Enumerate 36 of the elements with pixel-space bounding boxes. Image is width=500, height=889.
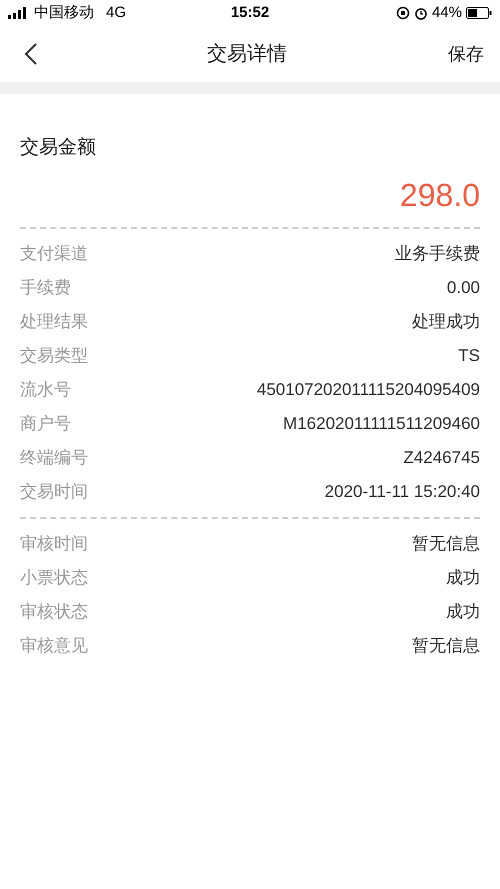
back-icon <box>24 42 38 66</box>
field-value: 2020-11-11 15:20:40 <box>324 480 480 503</box>
field-label: 支付渠道 <box>20 242 88 265</box>
lock-rotation-icon <box>396 6 410 20</box>
battery-icon <box>466 7 492 19</box>
field-label: 审核时间 <box>20 532 88 555</box>
field-label: 商户号 <box>20 412 71 435</box>
field-value: 暂无信息 <box>412 532 480 555</box>
field-value: 0.00 <box>446 276 480 299</box>
network-type: 4G <box>106 2 126 23</box>
field-label: 终端编号 <box>20 446 88 469</box>
battery-percent: 44% <box>432 2 462 23</box>
field-label: 交易类型 <box>20 344 88 367</box>
field-value: 处理成功 <box>412 310 480 333</box>
field-value: 业务手续费 <box>395 242 480 265</box>
save-button[interactable]: 保存 <box>448 40 484 68</box>
field-value: 成功 <box>446 600 480 623</box>
field-value: 暂无信息 <box>412 634 480 657</box>
field-value: TS <box>458 344 480 367</box>
field-label: 审核状态 <box>20 600 88 623</box>
field-value: 450107202011115204095409 <box>256 378 480 401</box>
field-value: Z4246745 <box>403 446 480 469</box>
clock-time: 15:52 <box>230 2 270 23</box>
field-label: 审核意见 <box>20 634 88 657</box>
alarm-icon <box>414 6 428 20</box>
field-value: 成功 <box>446 566 480 589</box>
carrier-name: 中国移动 <box>34 2 94 23</box>
field-label: 交易时间 <box>20 480 88 503</box>
field-label: 流水号 <box>20 378 71 401</box>
field-label: 小票状态 <box>20 566 88 589</box>
amount-label: 交易金额 <box>20 136 97 160</box>
page-title: 交易详情 <box>207 42 287 67</box>
field-label: 手续费 <box>20 276 71 299</box>
field-value: M16202011111511209460 <box>283 412 480 435</box>
amount-value: 298.0 <box>400 176 480 214</box>
field-label: 处理结果 <box>20 310 88 333</box>
